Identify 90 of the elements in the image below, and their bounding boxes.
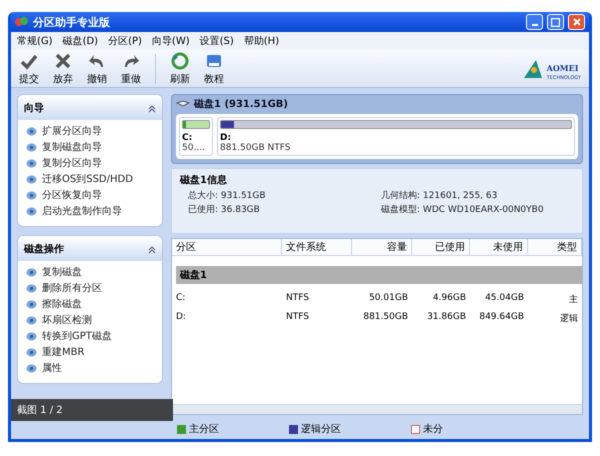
menu-item[interactable]: 设置(S)	[200, 34, 234, 48]
table-cell-text: 31.86GB	[426, 311, 467, 324]
table-cell-text: C:	[175, 292, 186, 305]
sidebar-item[interactable]: 删除所有分区	[26, 281, 154, 295]
column-header[interactable]: 未使用	[470, 239, 528, 256]
screenshot-caption: 截图 1 / 2	[11, 399, 173, 421]
maximize-button[interactable]	[547, 14, 564, 30]
cross-icon	[53, 51, 73, 71]
disk-title: 磁盘1 (931.51GB)	[194, 98, 288, 111]
sidebar-item[interactable]: 属性	[26, 361, 154, 375]
disk-icon	[26, 190, 37, 200]
refresh-icon	[170, 51, 190, 71]
toolbar-button[interactable]: 教程	[204, 51, 224, 86]
table-cell-text: 849.64GB	[478, 311, 525, 324]
table-cell-text: 881.50GB	[362, 311, 409, 324]
close-icon	[572, 18, 580, 26]
column-header[interactable]: 容量	[352, 239, 412, 256]
table-cell-text: 4.96GB	[432, 292, 467, 305]
disk-icon	[26, 346, 37, 358]
partition-block[interactable]: C: 50....	[179, 117, 213, 156]
legend-label: 未分	[423, 422, 443, 436]
table-cell-text: NTFS	[285, 311, 310, 324]
menu-item[interactable]: 常规(G)	[17, 34, 53, 48]
partition-name: D:	[220, 133, 232, 143]
partition-block[interactable]: D: 881.50GB NTFS	[217, 117, 575, 156]
app-logo-icon	[15, 16, 29, 28]
sidebar-item[interactable]: 分区恢复向导	[26, 188, 154, 202]
disk-icon	[26, 298, 37, 310]
sidebar-item[interactable]: 坏扇区检测	[26, 313, 154, 327]
collapse-chevron-icon[interactable]	[148, 246, 156, 254]
disk-icon	[26, 330, 37, 342]
disk-icon	[26, 158, 37, 168]
sidebar-item[interactable]: 扩展分区向导	[26, 124, 154, 138]
menu-item[interactable]: 帮助(H)	[244, 34, 280, 48]
logo-text: AOMEI	[546, 63, 578, 73]
maximize-icon	[551, 18, 560, 26]
sidebar-item[interactable]: 复制磁盘向导	[26, 140, 154, 154]
sidebar-item[interactable]: 转换到GPT磁盘	[26, 329, 154, 343]
toolbar-button[interactable]: 放弃	[53, 51, 73, 86]
sidebar-item[interactable]: 复制分区向导	[26, 156, 154, 170]
table-cell-text: NTFS	[285, 292, 310, 305]
table-cell-text: 50.01GB	[368, 292, 409, 305]
disk-icon	[26, 206, 37, 216]
disk-icon	[26, 362, 37, 374]
minimize-button[interactable]	[526, 14, 543, 30]
disk-icon	[26, 314, 37, 326]
info-field: 几何结构: 121601, 255, 63	[381, 189, 574, 202]
close-button[interactable]	[568, 14, 585, 30]
toolbar-button[interactable]: 重做	[121, 51, 141, 86]
hard-drive-icon	[176, 100, 190, 108]
menu-item[interactable]: 磁盘(D)	[62, 34, 98, 48]
toolbar-button[interactable]: 刷新	[170, 51, 190, 86]
window-title: 分区助手专业版	[33, 14, 111, 30]
collapse-chevron-icon[interactable]	[148, 105, 156, 113]
disk-icon	[26, 282, 37, 294]
sidebar-item[interactable]: 迁移OS到SSD/HDD	[26, 172, 154, 186]
toolbar-button[interactable]: 撤销	[87, 51, 107, 86]
legend-label: 主分区	[189, 422, 219, 436]
disk-icon	[26, 266, 37, 278]
disk-icon	[26, 126, 37, 136]
info-field: 磁盘模型: WDC WD10EARX-00N0YB0	[381, 203, 574, 216]
info-field: 已使用: 36.83GB	[188, 203, 381, 216]
column-header[interactable]: 已使用	[412, 239, 470, 256]
disk-group-row: 磁盘1	[176, 266, 582, 284]
partition-detail: 50....	[182, 143, 206, 153]
info-field: 总大小: 931.51GB	[188, 189, 381, 202]
menu-item[interactable]: 向导(W)	[152, 34, 190, 48]
horizontal-scrollbar[interactable]	[172, 404, 582, 414]
toolbar-button[interactable]: 提交	[19, 51, 39, 86]
sidebar-item[interactable]: 擦除磁盘	[26, 297, 154, 311]
triangle-logo-icon	[522, 60, 544, 78]
sidebar-item[interactable]: 重建MBR	[26, 345, 154, 359]
partition-detail: 881.50GB NTFS	[220, 143, 292, 153]
column-header[interactable]: 分区	[172, 239, 282, 256]
panel-title: 磁盘操作	[24, 242, 64, 256]
table-cell-text: 主	[568, 294, 579, 307]
column-header[interactable]: 类型	[528, 239, 582, 256]
sidebar-item[interactable]: 启动光盘制作向导	[26, 204, 154, 218]
legend-label: 逻辑分区	[301, 422, 341, 436]
panel-title: 向导	[24, 102, 44, 114]
sidebar-item[interactable]: 复制磁盘	[26, 265, 154, 279]
table-cell-text: 45.04GB	[484, 292, 525, 305]
column-header[interactable]: 文件系统	[282, 239, 352, 256]
table-cell-text: D:	[175, 311, 187, 324]
menu-item[interactable]: 分区(P)	[108, 34, 142, 48]
disk-icon	[26, 174, 37, 184]
partition-name: C:	[182, 133, 194, 143]
info-title: 磁盘1信息	[180, 174, 228, 187]
disk-icon	[26, 142, 37, 152]
table-cell-text: 逻辑	[559, 312, 579, 326]
